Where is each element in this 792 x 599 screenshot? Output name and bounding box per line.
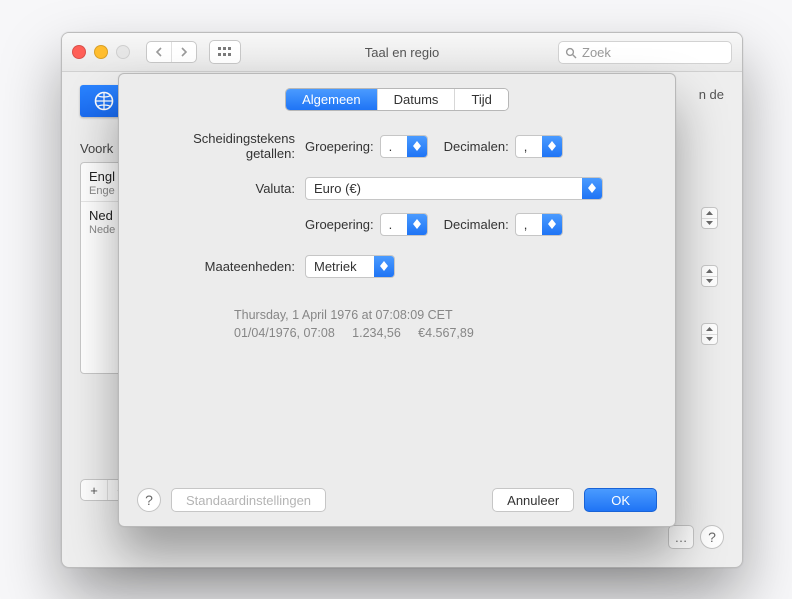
currency-decimals-label: Decimalen: [444,217,509,232]
chevron-updown-icon [374,256,394,277]
add-button[interactable]: + [81,480,107,500]
form-area: Scheidingstekens getallen: Groepering: .… [119,134,675,290]
cancel-button[interactable]: Annuleer [492,488,574,512]
number-separators-label: Scheidingstekens getallen: [145,131,295,161]
nav-back-forward [146,41,197,63]
grouping-label: Groepering: [305,139,374,154]
currency-label: Valuta: [145,181,295,196]
stepper[interactable] [701,207,718,229]
help-button[interactable]: ? [700,525,724,549]
defaults-button[interactable]: Standaardinstellingen [171,488,326,512]
stepper[interactable] [701,265,718,287]
search-icon [565,47,577,59]
zoom-window-button[interactable] [116,45,130,59]
currency-decimals-popup[interactable]: , [515,213,563,236]
number-grouping-popup[interactable]: . [380,135,428,158]
help-button[interactable]: ? [137,488,161,512]
decimals-label: Decimalen: [444,139,509,154]
sheet-footer: ? Standaardinstellingen Annuleer OK [119,488,675,512]
currency-popup[interactable]: Euro (€) [305,177,603,200]
currency-grouping-label: Groepering: [305,217,374,232]
back-button[interactable] [147,42,171,62]
tab-general[interactable]: Algemeen [286,89,377,110]
tab-time[interactable]: Tijd [454,89,507,110]
search-placeholder: Zoek [582,45,611,60]
units-popup[interactable]: Metriek [305,255,395,278]
forward-button[interactable] [171,42,196,62]
preview-line-2: 01/04/1976, 07:08 1.234,56 €4.567,89 [234,324,675,342]
chevron-updown-icon [542,136,562,157]
units-label: Maateenheden: [145,259,295,274]
tab-dates[interactable]: Datums [377,89,455,110]
stepper[interactable] [701,323,718,345]
window-controls [72,45,130,59]
advanced-sheet: Algemeen Datums Tijd Scheidingstekens ge… [118,73,676,527]
titlebar: Taal en regio Zoek [62,33,742,72]
tabs: Algemeen Datums Tijd [119,88,675,111]
currency-grouping-popup[interactable]: . [380,213,428,236]
chevron-updown-icon [407,136,427,157]
chevron-updown-icon [407,214,427,235]
close-window-button[interactable] [72,45,86,59]
header-text-fragment: n de [699,87,724,102]
number-decimals-popup[interactable]: , [515,135,563,158]
chevron-updown-icon [582,178,602,199]
preview-line-1: Thursday, 1 April 1976 at 07:08:09 CET [234,306,675,324]
search-field[interactable]: Zoek [558,41,732,64]
ok-button[interactable]: OK [584,488,657,512]
preview-block: Thursday, 1 April 1976 at 07:08:09 CET 0… [119,306,675,342]
advanced-button[interactable]: … [668,525,694,549]
minimize-window-button[interactable] [94,45,108,59]
show-all-button[interactable] [209,40,241,64]
chevron-updown-icon [542,214,562,235]
